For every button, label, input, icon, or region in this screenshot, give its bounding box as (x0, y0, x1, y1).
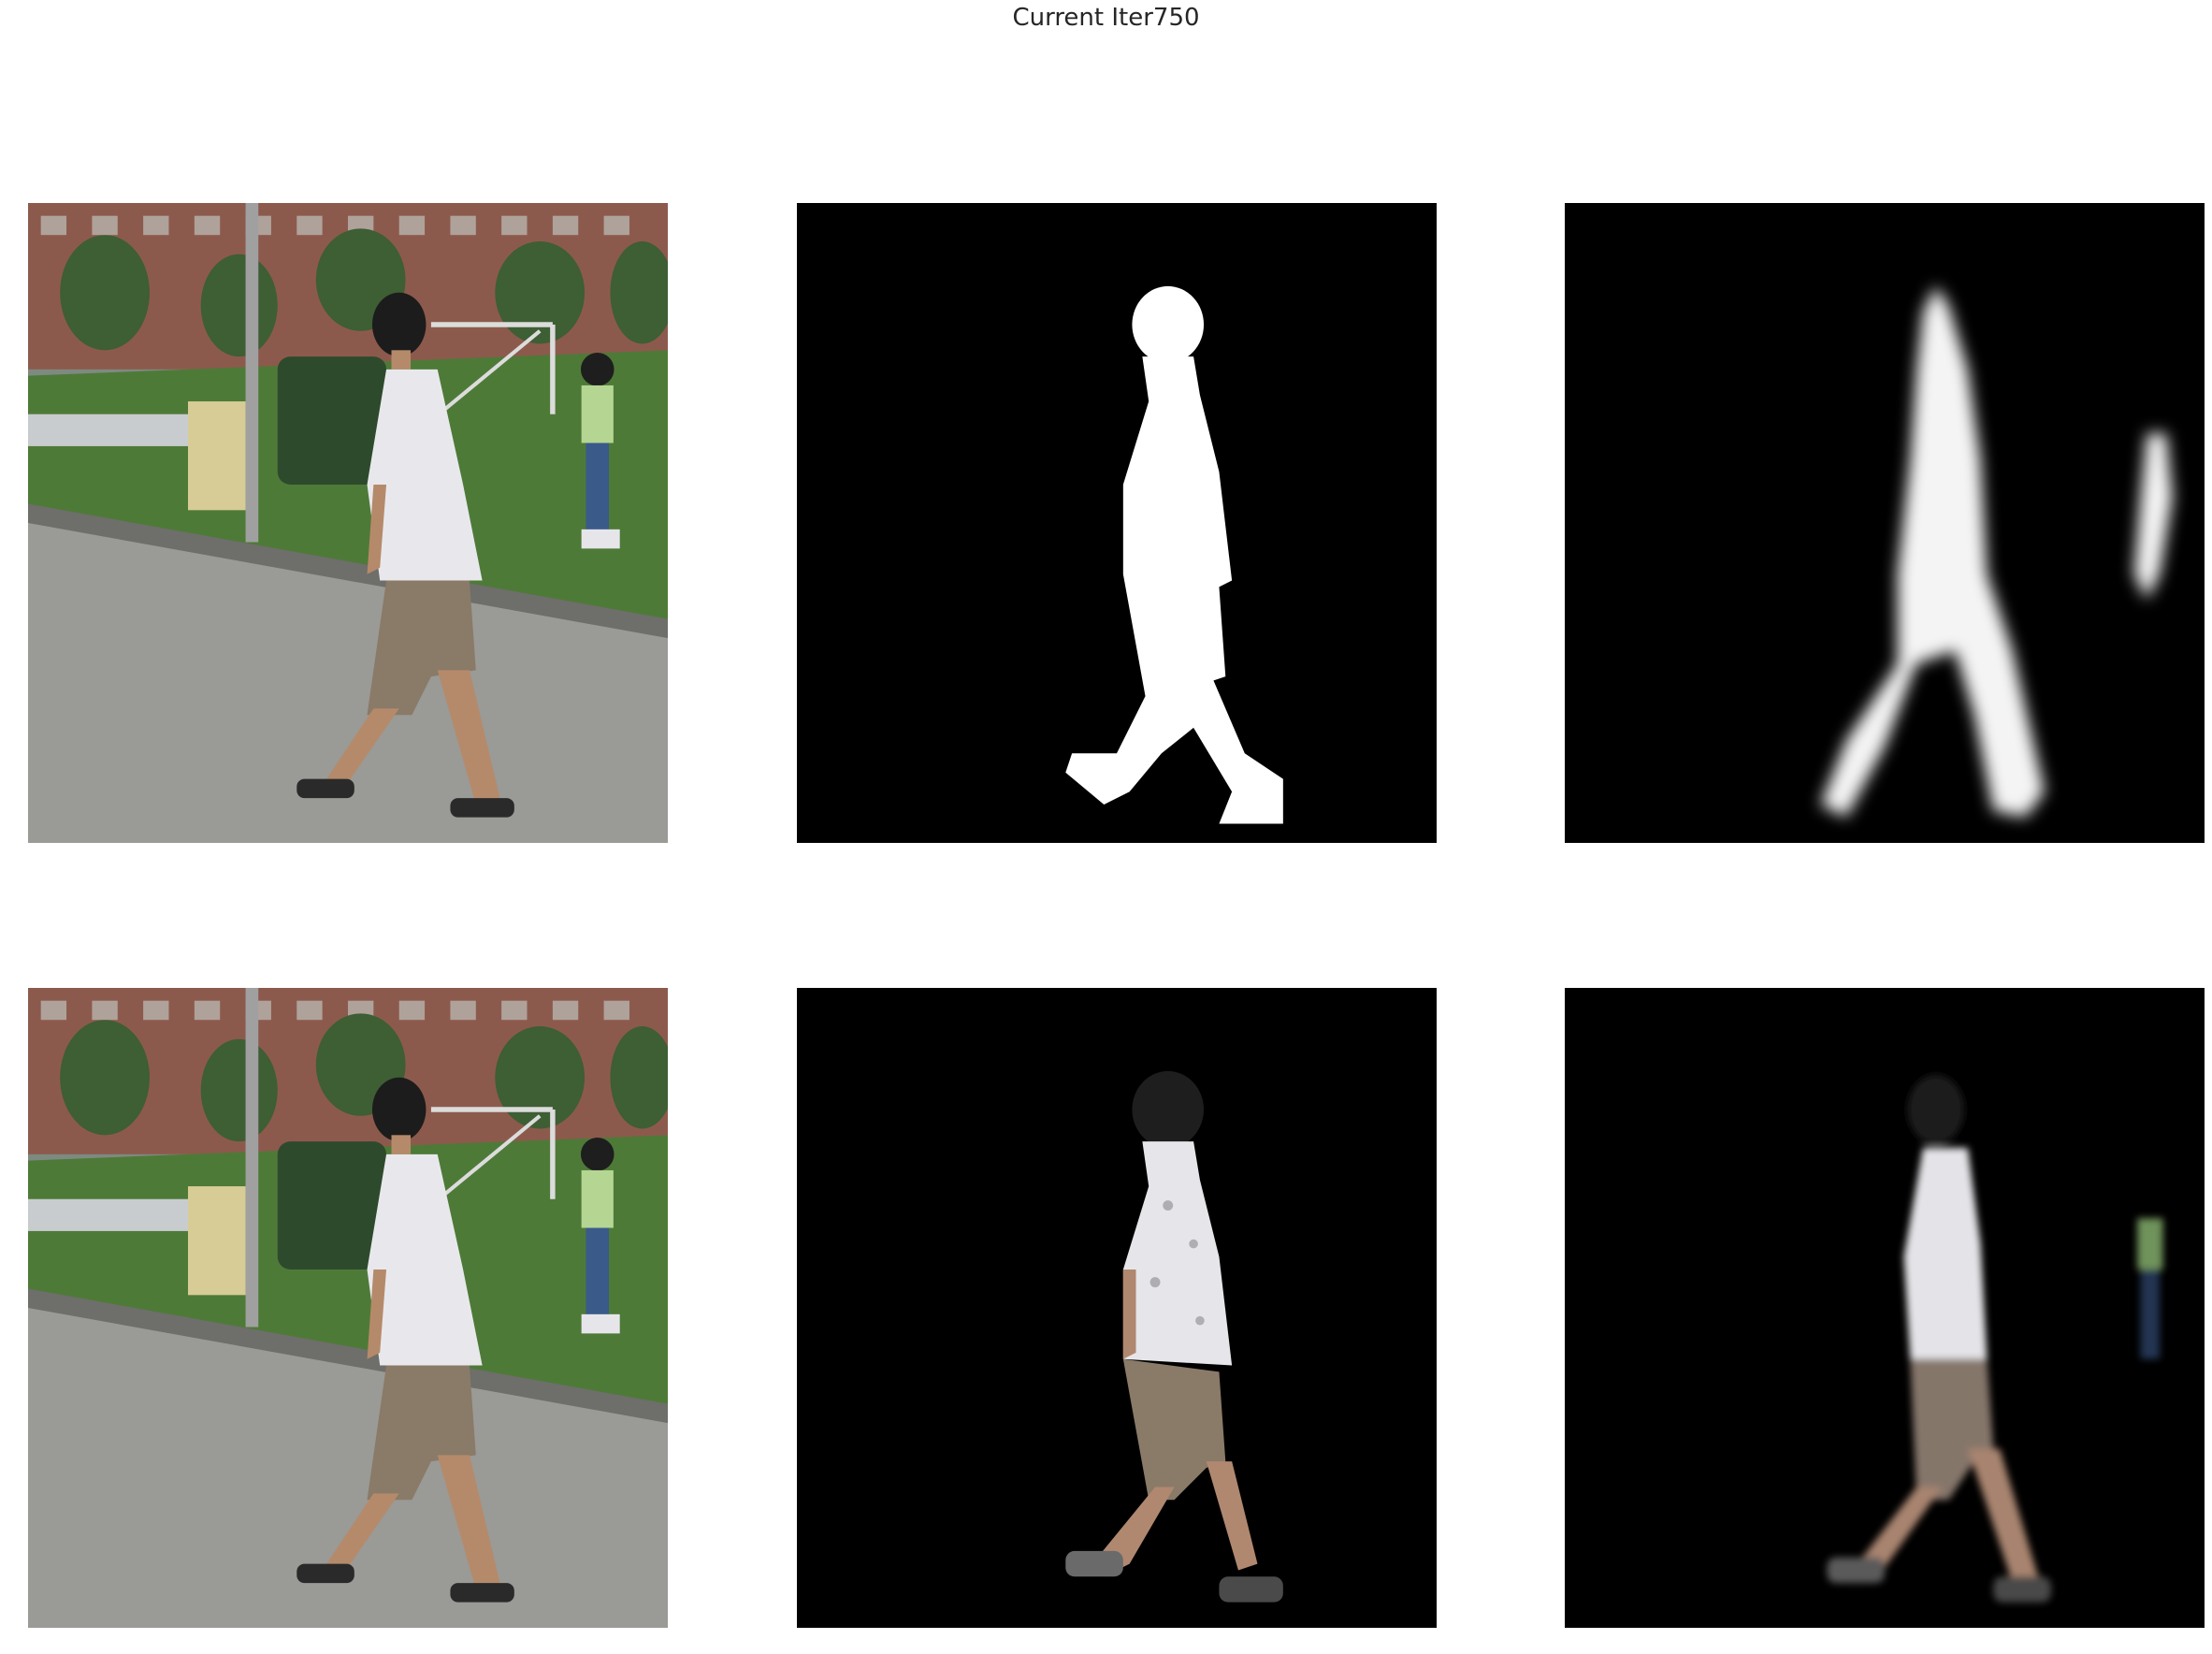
ground-truth-mask (797, 203, 1437, 843)
figure-title: Current Iter750 (1012, 4, 1200, 32)
predicted-mask (1565, 203, 2205, 843)
input-photo-copy (28, 988, 668, 1628)
ground-truth-masked-image (797, 988, 1437, 1628)
predicted-masked-image (1565, 988, 2205, 1628)
input-photo (28, 203, 668, 843)
input-image-copy-panel (28, 988, 668, 1628)
predicted-masked-panel (1565, 988, 2205, 1628)
predicted-mask-panel (1565, 203, 2205, 843)
ground-truth-mask-panel (797, 203, 1437, 843)
input-image-panel (28, 203, 668, 843)
ground-truth-masked-panel (797, 988, 1437, 1628)
